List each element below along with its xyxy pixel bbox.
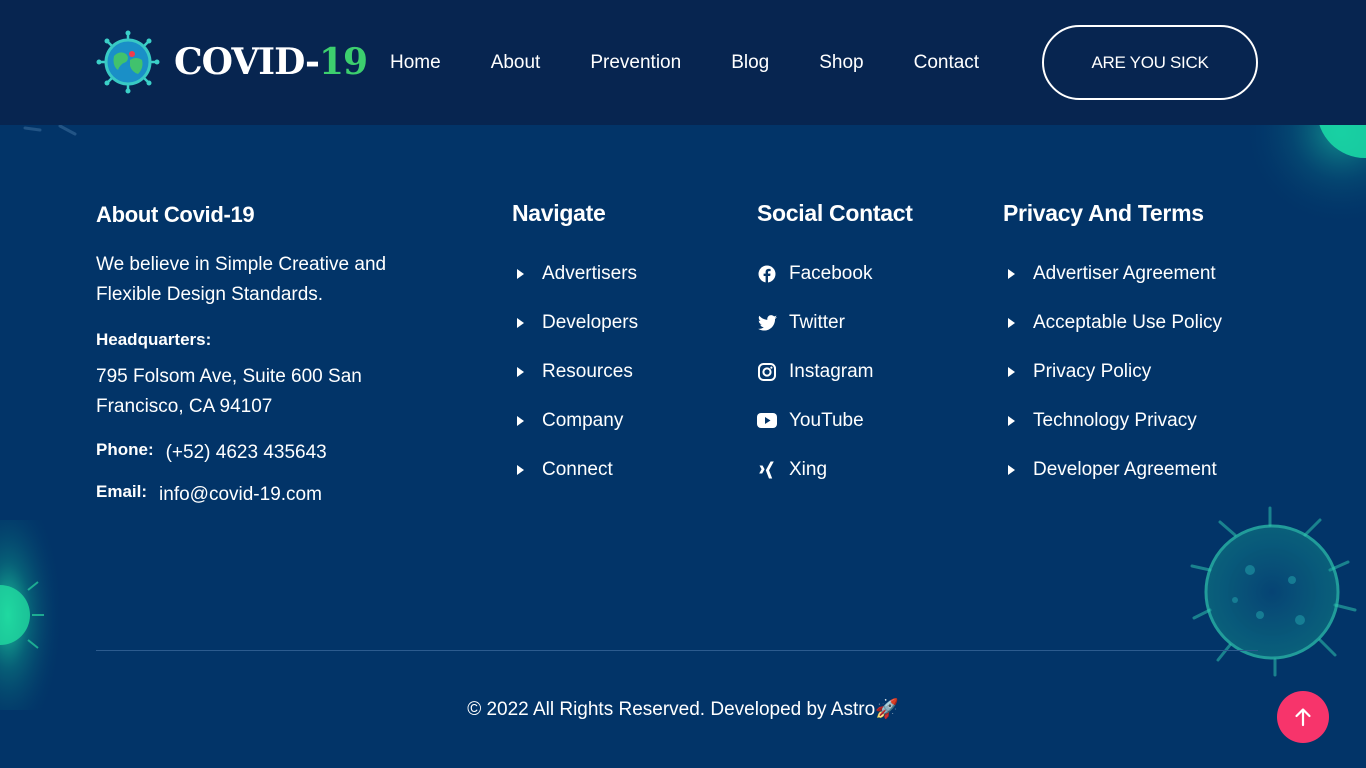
social-item-facebook[interactable]: Facebook [757, 249, 913, 298]
caret-right-icon [517, 366, 524, 377]
nav-about[interactable]: About [491, 50, 541, 76]
copyright-text: © 2022 All Rights Reserved. Developed by… [467, 699, 899, 720]
headquarters-address: 795 Folsom Ave, Suite 600 San Francisco,… [96, 366, 362, 417]
caret-right-icon [1008, 415, 1015, 426]
social-item-label: Twitter [789, 311, 845, 333]
navigate-list: Advertisers Developers Resources Company… [512, 249, 638, 494]
nav-shop[interactable]: Shop [819, 50, 863, 76]
privacy-title: Privacy And Terms [1003, 200, 1204, 226]
privacy-list: Advertiser Agreement Acceptable Use Poli… [1003, 249, 1222, 494]
privacy-item-label: Developer Agreement [1033, 458, 1217, 480]
logo-text: COVID-19 [174, 41, 368, 83]
caret-right-icon [1008, 317, 1015, 328]
social-list: Facebook Twitter Instagram YouTube Xing [757, 249, 913, 494]
navigate-item-advertisers[interactable]: Advertisers [512, 249, 638, 298]
navigate-item-label: Connect [542, 458, 613, 480]
privacy-item-technology-privacy[interactable]: Technology Privacy [1003, 396, 1222, 445]
caret-right-icon [1008, 366, 1015, 377]
footer-divider [96, 650, 1258, 651]
navigate-title: Navigate [512, 200, 606, 226]
privacy-item-label: Acceptable Use Policy [1033, 311, 1223, 333]
about-text: We believe in Simple Creative and Flexib… [96, 254, 387, 305]
navigate-item-label: Company [542, 409, 624, 431]
youtube-icon [757, 411, 777, 431]
social-item-label: Xing [789, 458, 828, 480]
privacy-item-acceptable-use[interactable]: Acceptable Use Policy [1003, 298, 1222, 347]
site-logo[interactable]: COVID-19 [96, 30, 368, 94]
privacy-item-label: Advertiser Agreement [1033, 262, 1216, 284]
scroll-to-top-button[interactable] [1277, 691, 1329, 743]
caret-right-icon [517, 415, 524, 426]
social-title: Social Contact [757, 200, 913, 226]
virus-decoration-bottom-right [1190, 506, 1357, 677]
social-item-twitter[interactable]: Twitter [757, 298, 913, 347]
about-title: About Covid-19 [96, 202, 255, 227]
social-item-label: YouTube [789, 409, 864, 431]
headquarters-label: Headquarters: [96, 330, 212, 349]
social-item-youtube[interactable]: YouTube [757, 396, 913, 445]
instagram-icon [757, 362, 777, 382]
caret-right-icon [1008, 464, 1015, 475]
are-you-sick-button[interactable]: ARE YOU SICK [1042, 25, 1258, 100]
logo-text-number: 19 [318, 41, 368, 83]
facebook-icon [757, 264, 777, 284]
main-nav: Home About Prevention Blog Shop Contact [390, 50, 979, 76]
about-column: About Covid-19 We believe in Simple Crea… [96, 200, 416, 506]
email-row: Email: info@covid-19.com [96, 482, 416, 506]
nav-prevention[interactable]: Prevention [590, 50, 681, 76]
social-item-label: Instagram [789, 360, 874, 382]
social-column: Social Contact Facebook Twitter Instagra… [757, 200, 913, 494]
phone-value[interactable]: (+52) 4623 435643 [166, 442, 327, 464]
xing-icon [757, 460, 777, 480]
navigate-item-connect[interactable]: Connect [512, 445, 638, 494]
navigate-item-resources[interactable]: Resources [512, 347, 638, 396]
navigate-item-company[interactable]: Company [512, 396, 638, 445]
navigate-item-label: Developers [542, 311, 639, 333]
virus-globe-icon [96, 30, 160, 94]
caret-right-icon [1008, 268, 1015, 279]
logo-text-main: COVID- [174, 41, 320, 83]
nav-blog[interactable]: Blog [731, 50, 769, 76]
nav-home[interactable]: Home [390, 50, 441, 76]
arrow-up-icon [1295, 708, 1311, 727]
virus-decoration-left [0, 520, 80, 710]
navigate-item-developers[interactable]: Developers [512, 298, 638, 347]
page: COVID-19 Home About Prevention Blog Shop… [0, 0, 1366, 768]
social-item-xing[interactable]: Xing [757, 445, 913, 494]
phone-row: Phone: (+52) 4623 435643 [96, 440, 416, 464]
privacy-item-developer-agreement[interactable]: Developer Agreement [1003, 445, 1222, 494]
privacy-item-label: Technology Privacy [1033, 409, 1197, 431]
privacy-column: Privacy And Terms Advertiser Agreement A… [1003, 200, 1222, 494]
email-value[interactable]: info@covid-19.com [159, 484, 322, 506]
social-item-instagram[interactable]: Instagram [757, 347, 913, 396]
caret-right-icon [517, 464, 524, 475]
privacy-item-advertiser-agreement[interactable]: Advertiser Agreement [1003, 249, 1222, 298]
navigate-item-label: Resources [542, 360, 633, 382]
caret-right-icon [517, 268, 524, 279]
nav-contact[interactable]: Contact [914, 50, 979, 76]
caret-right-icon [517, 317, 524, 328]
twitter-icon [757, 313, 777, 333]
navigate-column: Navigate Advertisers Developers Resource… [512, 200, 638, 494]
site-header: COVID-19 Home About Prevention Blog Shop… [0, 0, 1366, 125]
navigate-item-label: Advertisers [542, 262, 638, 284]
privacy-item-privacy-policy[interactable]: Privacy Policy [1003, 347, 1222, 396]
email-label: Email: [96, 482, 148, 501]
social-item-label: Facebook [789, 262, 873, 284]
phone-label: Phone: [96, 440, 154, 459]
privacy-item-label: Privacy Policy [1033, 360, 1152, 382]
